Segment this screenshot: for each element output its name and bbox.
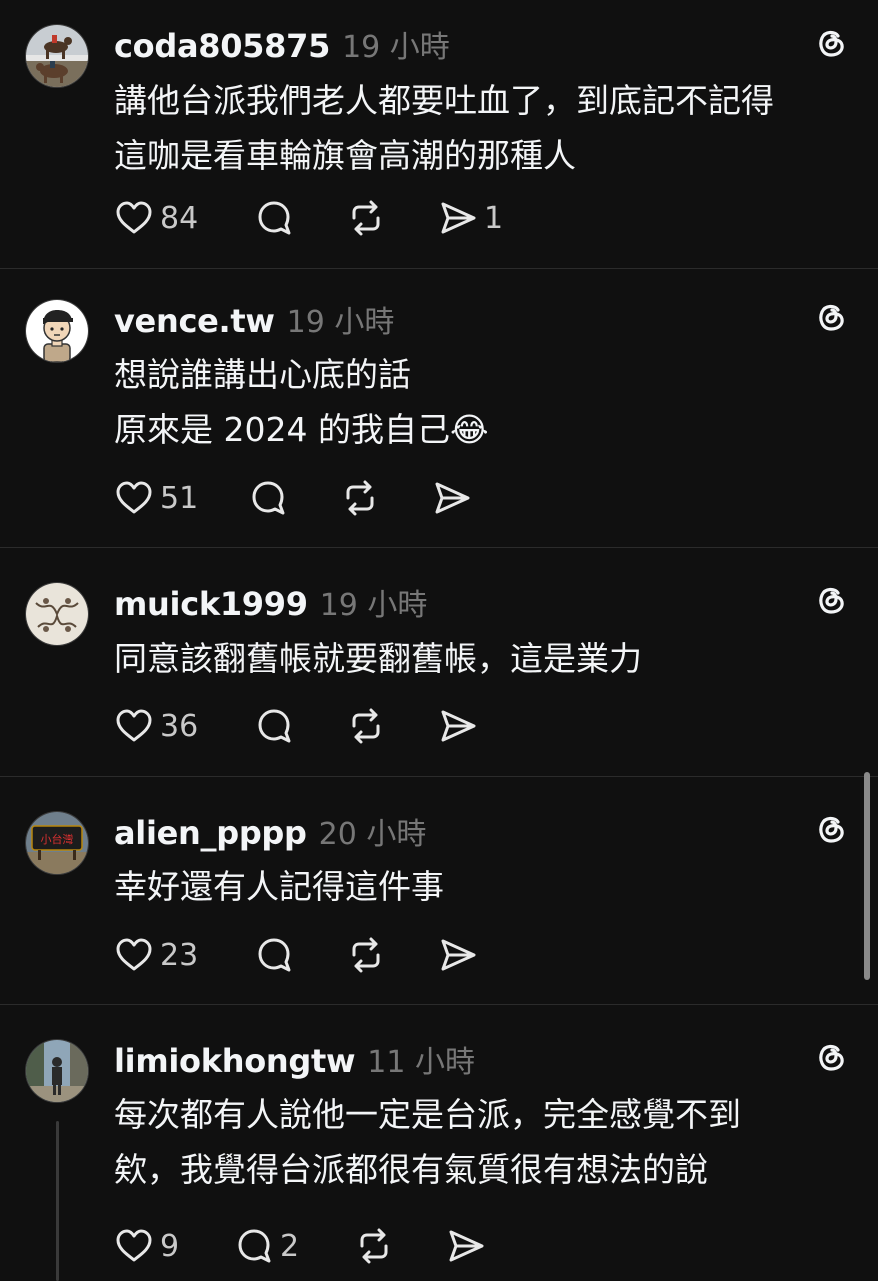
post-text: 想說誰講出心底的話 原來是 2024 的我自己😂 xyxy=(114,355,489,449)
comment-icon xyxy=(258,938,291,972)
username[interactable]: muick1999 xyxy=(114,585,308,623)
repost-button[interactable] xyxy=(346,935,386,975)
heart-icon xyxy=(116,709,152,742)
share-button[interactable] xyxy=(438,935,484,975)
repost-button[interactable] xyxy=(340,478,380,518)
post-text: 講他台派我們老人都要吐血了，到底記不記得 這咖是看車輪旗會高潮的那種人 xyxy=(114,81,774,175)
reply-post: 小台灣 alien_pppp 20 小時 幸好還有人記得這件事 23 xyxy=(0,777,878,1005)
username[interactable]: limiokhongtw xyxy=(114,1042,356,1080)
heart-icon xyxy=(116,481,152,514)
threads-logo-icon[interactable] xyxy=(812,809,850,847)
avatar[interactable] xyxy=(26,583,88,645)
like-count: 23 xyxy=(160,937,199,973)
like-button[interactable]: 84 xyxy=(114,198,198,238)
avatar[interactable]: 小台灣 xyxy=(26,812,88,874)
post-text: 每次都有人說他一定是台派，完全感覺不到 欸，我覺得台派都很有氣質很有想法的說 xyxy=(114,1095,741,1189)
repost-button[interactable] xyxy=(346,198,386,238)
heart-icon xyxy=(116,1229,152,1262)
threads-logo-icon[interactable] xyxy=(812,1037,850,1075)
thread-connector-line xyxy=(56,1121,59,1281)
threads-logo-icon[interactable] xyxy=(812,297,850,335)
repost-icon xyxy=(346,480,374,516)
like-button[interactable]: 23 xyxy=(114,935,198,975)
reply-button[interactable]: 2 xyxy=(234,1226,299,1266)
like-count: 84 xyxy=(160,200,199,236)
reply-button[interactable] xyxy=(254,935,300,975)
share-button[interactable]: 1 xyxy=(438,198,503,238)
comment-icon xyxy=(258,709,291,743)
send-icon xyxy=(449,1230,484,1262)
reply-post: limiokhongtw 11 小時 每次都有人說他一定是台派，完全感覺不到 欸… xyxy=(0,1005,878,1281)
like-button[interactable]: 9 xyxy=(114,1226,179,1266)
post-text: 幸好還有人記得這件事 xyxy=(114,867,444,906)
avatar[interactable] xyxy=(26,25,88,87)
timestamp: 11 小時 xyxy=(367,1045,475,1080)
comment-icon xyxy=(252,481,285,515)
post-text: 同意該翻舊帳就要翻舊帳，這是業力 xyxy=(114,639,642,678)
share-button[interactable] xyxy=(438,706,484,746)
repost-icon xyxy=(352,200,380,236)
send-icon xyxy=(435,482,470,514)
avatar[interactable] xyxy=(26,1040,88,1102)
repost-icon xyxy=(360,1228,388,1264)
threads-logo-icon[interactable] xyxy=(812,23,850,61)
repost-icon xyxy=(352,937,380,973)
heart-icon xyxy=(116,201,152,234)
share-button[interactable] xyxy=(446,1226,492,1266)
reply-post: muick1999 19 小時 同意該翻舊帳就要翻舊帳，這是業力 36 xyxy=(0,548,878,776)
reply-button[interactable] xyxy=(254,706,300,746)
send-icon xyxy=(441,202,476,234)
share-button[interactable] xyxy=(432,478,478,518)
timestamp: 20 小時 xyxy=(318,817,427,852)
repost-button[interactable] xyxy=(346,706,386,746)
username[interactable]: vence.tw xyxy=(114,302,275,340)
reply-button[interactable] xyxy=(248,478,294,518)
avatar[interactable] xyxy=(26,300,88,362)
timestamp: 19 小時 xyxy=(286,305,395,340)
comment-icon xyxy=(238,1229,271,1263)
reply-count: 2 xyxy=(280,1228,300,1264)
username[interactable]: alien_pppp xyxy=(114,814,307,852)
timestamp: 19 小時 xyxy=(342,30,450,65)
share-count: 1 xyxy=(484,200,504,236)
reply-post: vence.tw 19 小時 想說誰講出心底的話 原來是 2024 的我自己😂 … xyxy=(0,269,878,547)
reply-post: coda805875 19 小時 講他台派我們老人都要吐血了，到底記不記得 這咖… xyxy=(0,0,878,268)
timestamp: 19 小時 xyxy=(319,588,428,623)
like-count: 36 xyxy=(160,708,199,744)
send-icon xyxy=(441,939,476,971)
scrollbar[interactable] xyxy=(864,772,870,980)
like-count: 51 xyxy=(160,480,199,516)
threads-logo-icon[interactable] xyxy=(812,580,850,618)
repost-button[interactable] xyxy=(354,1226,394,1266)
repost-icon xyxy=(352,708,380,744)
comment-icon xyxy=(258,201,291,235)
like-button[interactable]: 51 xyxy=(114,478,198,518)
avatar-sign-text: 小台灣 xyxy=(41,832,74,846)
like-button[interactable]: 36 xyxy=(114,706,198,746)
username[interactable]: coda805875 xyxy=(114,27,330,65)
like-count: 9 xyxy=(160,1228,180,1264)
heart-icon xyxy=(116,938,152,971)
send-icon xyxy=(441,710,476,742)
reply-button[interactable] xyxy=(254,198,300,238)
